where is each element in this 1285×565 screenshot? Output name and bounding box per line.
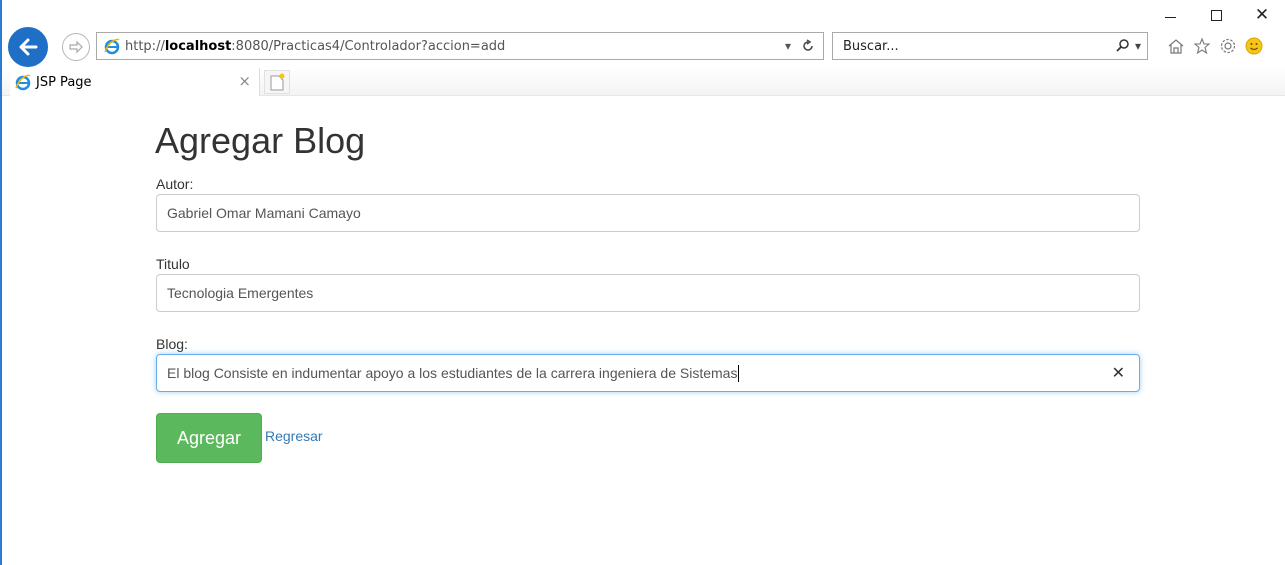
new-tab-button[interactable] <box>264 70 290 94</box>
autor-label: Autor: <box>156 176 194 192</box>
regresar-link[interactable]: Regresar <box>265 428 323 444</box>
maximize-icon <box>1210 9 1222 21</box>
tab-jsp-page[interactable]: JSP Page × <box>10 68 260 96</box>
arrow-right-icon <box>69 40 83 54</box>
toolbar-icons <box>1166 32 1264 60</box>
titulo-value: Tecnologia Emergentes <box>167 285 314 301</box>
titulo-input[interactable]: Tecnologia Emergentes <box>156 274 1140 312</box>
smiley-feedback-icon[interactable] <box>1244 36 1264 56</box>
url-host: localhost <box>164 38 232 54</box>
address-bar[interactable]: http://localhost:8080/Practicas4/Control… <box>96 32 824 60</box>
search-bar[interactable]: Buscar... ▾ <box>832 32 1148 60</box>
maximize-button[interactable] <box>1193 0 1239 30</box>
settings-gear-icon[interactable] <box>1218 36 1238 56</box>
tab-title: JSP Page <box>36 74 92 90</box>
autor-value: Gabriel Omar Mamani Camayo <box>167 205 361 221</box>
titulo-label: Titulo <box>156 256 190 272</box>
search-dropdown-icon[interactable]: ▾ <box>1135 39 1141 53</box>
agregar-button[interactable]: Agregar <box>156 413 262 463</box>
close-window-button[interactable]: ✕ <box>1239 0 1285 30</box>
ie-icon <box>15 74 31 91</box>
clear-input-icon[interactable]: ✕ <box>1112 363 1125 382</box>
autor-input[interactable]: Gabriel Omar Mamani Camayo <box>156 194 1140 232</box>
search-icon[interactable] <box>1115 38 1131 54</box>
arrow-left-icon <box>19 38 38 56</box>
forward-button[interactable] <box>62 33 90 61</box>
favorites-star-icon[interactable] <box>1192 36 1212 56</box>
refresh-icon[interactable] <box>801 39 815 53</box>
url-text[interactable]: http://localhost:8080/Practicas4/Control… <box>125 39 505 54</box>
tab-strip: JSP Page × <box>2 68 1285 96</box>
blog-input[interactable]: El blog Consiste en indumentar apoyo a l… <box>156 354 1140 392</box>
url-path: :8080/Practicas4/Controlador?accion=add <box>231 38 506 54</box>
blog-label: Blog: <box>156 336 188 352</box>
tab-close-icon[interactable]: × <box>238 72 251 90</box>
close-icon: ✕ <box>1254 4 1270 25</box>
search-input[interactable]: Buscar... <box>843 39 899 54</box>
home-icon[interactable] <box>1166 36 1186 56</box>
back-button[interactable] <box>8 27 48 67</box>
dropdown-icon[interactable]: ▾ <box>785 39 791 53</box>
blog-value: El blog Consiste en indumentar apoyo a l… <box>167 365 738 381</box>
minimize-icon <box>1164 16 1176 18</box>
ie-icon <box>104 38 120 55</box>
new-tab-icon <box>270 73 285 91</box>
url-protocol: http:// <box>125 38 165 54</box>
page-title: Agregar Blog <box>155 120 366 161</box>
text-caret <box>738 364 740 382</box>
minimize-button[interactable] <box>1147 0 1193 30</box>
